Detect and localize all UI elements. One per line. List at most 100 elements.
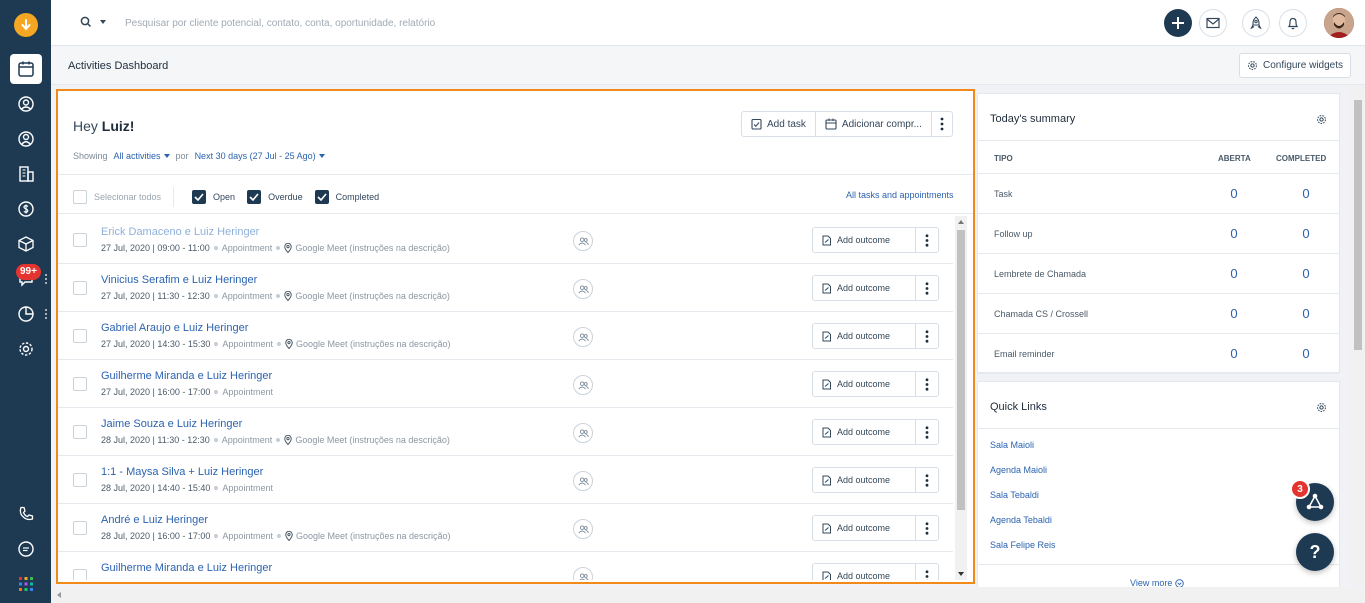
contact-icon[interactable] (10, 89, 42, 119)
rocket-button[interactable] (1242, 9, 1270, 37)
filter-open[interactable]: Open (192, 190, 235, 204)
open-count-link[interactable]: 0 (1224, 186, 1244, 201)
row-menu-button[interactable] (915, 467, 939, 493)
activity-title-link[interactable]: Jaime Souza e Luiz Heringer (101, 418, 242, 430)
email-button[interactable] (1199, 9, 1227, 37)
activity-title-link[interactable]: Erick Damaceno e Luiz Heringer (101, 226, 259, 238)
row-checkbox[interactable] (73, 521, 87, 535)
select-all-checkbox[interactable] (73, 190, 87, 204)
date-range-filter[interactable]: Next 30 days (27 Jul - 25 Ago) (195, 151, 325, 161)
add-outcome-button[interactable]: Add outcome (812, 419, 916, 445)
attendees-icon[interactable] (573, 231, 593, 251)
reports-more-icon[interactable] (45, 309, 47, 321)
building-icon[interactable] (10, 159, 42, 189)
row-checkbox[interactable] (73, 569, 87, 580)
completed-count-link[interactable]: 0 (1296, 306, 1316, 321)
help-fab[interactable]: ? (1296, 533, 1334, 571)
activity-title-link[interactable]: Gabriel Araujo e Luiz Heringer (101, 322, 248, 334)
pie-chart-icon[interactable] (10, 299, 42, 329)
activity-title-link[interactable]: André e Luiz Heringer (101, 514, 208, 526)
open-count-link[interactable]: 0 (1224, 226, 1244, 241)
table-row[interactable]: Guilherme Miranda e Luiz Heringer Add out… (58, 552, 953, 580)
calendar-icon[interactable] (10, 54, 42, 84)
scroll-down-icon[interactable] (958, 572, 964, 576)
attendees-icon[interactable] (573, 519, 593, 539)
quick-link[interactable]: Sala Tebaldi (990, 490, 1039, 500)
message-icon[interactable] (10, 534, 42, 564)
row-menu-button[interactable] (915, 371, 939, 397)
notifications-button[interactable] (1279, 9, 1307, 37)
open-count-link[interactable]: 0 (1224, 346, 1244, 361)
activity-list-scrollbar[interactable] (955, 216, 967, 580)
attendees-icon[interactable] (573, 327, 593, 347)
overdue-checkbox[interactable] (247, 190, 262, 204)
gear-icon[interactable] (1316, 402, 1327, 413)
add-appointment-button[interactable]: Adicionar compr... (816, 112, 932, 136)
activity-title-link[interactable]: Vinicius Serafim e Luiz Heringer (101, 274, 257, 286)
search-scope-dropdown[interactable] (100, 20, 106, 24)
add-outcome-button[interactable]: Add outcome (812, 227, 916, 253)
table-row[interactable]: André e Luiz Heringer 28 Jul, 2020 | 16:0… (58, 504, 953, 552)
activity-title-link[interactable]: Guilherme Miranda e Luiz Heringer (101, 370, 272, 382)
add-outcome-button[interactable]: Add outcome (812, 563, 916, 580)
scroll-thumb[interactable] (1354, 100, 1362, 350)
completed-count-link[interactable]: 0 (1296, 226, 1316, 241)
row-checkbox[interactable] (73, 425, 87, 439)
row-menu-button[interactable] (915, 419, 939, 445)
table-row[interactable]: 1:1 - Maysa Silva + Luiz Heringer 28 Jul,… (58, 456, 953, 504)
all-tasks-link[interactable]: All tasks and appointments (846, 190, 954, 200)
more-actions-button[interactable] (932, 112, 952, 136)
apps-grid-icon[interactable] (10, 569, 42, 599)
completed-count-link[interactable]: 0 (1296, 266, 1316, 281)
search-icon[interactable] (80, 16, 92, 28)
table-row[interactable]: Vinicius Serafim e Luiz Heringer 27 Jul, … (58, 264, 953, 312)
add-outcome-button[interactable]: Add outcome (812, 467, 916, 493)
row-menu-button[interactable] (915, 227, 939, 253)
user-icon[interactable] (10, 124, 42, 154)
add-task-button[interactable]: Add task (742, 112, 816, 136)
chat-more-icon[interactable] (45, 274, 47, 286)
row-checkbox[interactable] (73, 281, 87, 295)
scroll-thumb[interactable] (957, 230, 965, 510)
open-count-link[interactable]: 0 (1224, 306, 1244, 321)
completed-count-link[interactable]: 0 (1296, 186, 1316, 201)
scroll-left-icon[interactable] (57, 592, 61, 598)
quick-link[interactable]: Agenda Tebaldi (990, 515, 1052, 525)
table-row[interactable]: Guilherme Miranda e Luiz Heringer 27 Jul,… (58, 360, 953, 408)
phone-icon[interactable] (10, 499, 42, 529)
page-scrollbar[interactable] (1350, 85, 1365, 585)
search-input[interactable] (125, 14, 725, 32)
dollar-icon[interactable] (10, 194, 42, 224)
attendees-icon[interactable] (573, 567, 593, 580)
quick-link[interactable]: Sala Felipe Reis (990, 540, 1056, 550)
activity-title-link[interactable]: Guilherme Miranda e Luiz Heringer (101, 562, 272, 574)
row-menu-button[interactable] (915, 563, 939, 580)
table-row[interactable]: Gabriel Araujo e Luiz Heringer 27 Jul, 20… (58, 312, 953, 360)
filter-overdue[interactable]: Overdue (247, 190, 303, 204)
gear-icon[interactable] (1316, 114, 1327, 125)
row-menu-button[interactable] (915, 515, 939, 541)
attendees-icon[interactable] (573, 423, 593, 443)
row-checkbox[interactable] (73, 473, 87, 487)
configure-widgets-button[interactable]: Configure widgets (1239, 53, 1351, 78)
horizontal-scrollbar[interactable] (51, 587, 1365, 603)
scroll-up-icon[interactable] (958, 220, 964, 224)
table-row[interactable]: Erick Damaceno e Luiz Heringer 27 Jul, 20… (58, 216, 953, 264)
row-checkbox[interactable] (73, 377, 87, 391)
completed-count-link[interactable]: 0 (1296, 346, 1316, 361)
quick-link[interactable]: Sala Maioli (990, 440, 1034, 450)
logo-icon[interactable] (14, 13, 38, 37)
row-checkbox[interactable] (73, 329, 87, 343)
attendees-icon[interactable] (573, 375, 593, 395)
completed-checkbox[interactable] (314, 190, 329, 204)
row-menu-button[interactable] (915, 275, 939, 301)
add-outcome-button[interactable]: Add outcome (812, 275, 916, 301)
avatar[interactable] (1324, 8, 1354, 38)
box-icon[interactable] (10, 229, 42, 259)
gear-icon[interactable] (10, 334, 42, 364)
quick-link[interactable]: Agenda Maioli (990, 465, 1047, 475)
attendees-icon[interactable] (573, 471, 593, 491)
activity-type-filter[interactable]: All activities (114, 151, 170, 161)
attendees-icon[interactable] (573, 279, 593, 299)
row-checkbox[interactable] (73, 233, 87, 247)
